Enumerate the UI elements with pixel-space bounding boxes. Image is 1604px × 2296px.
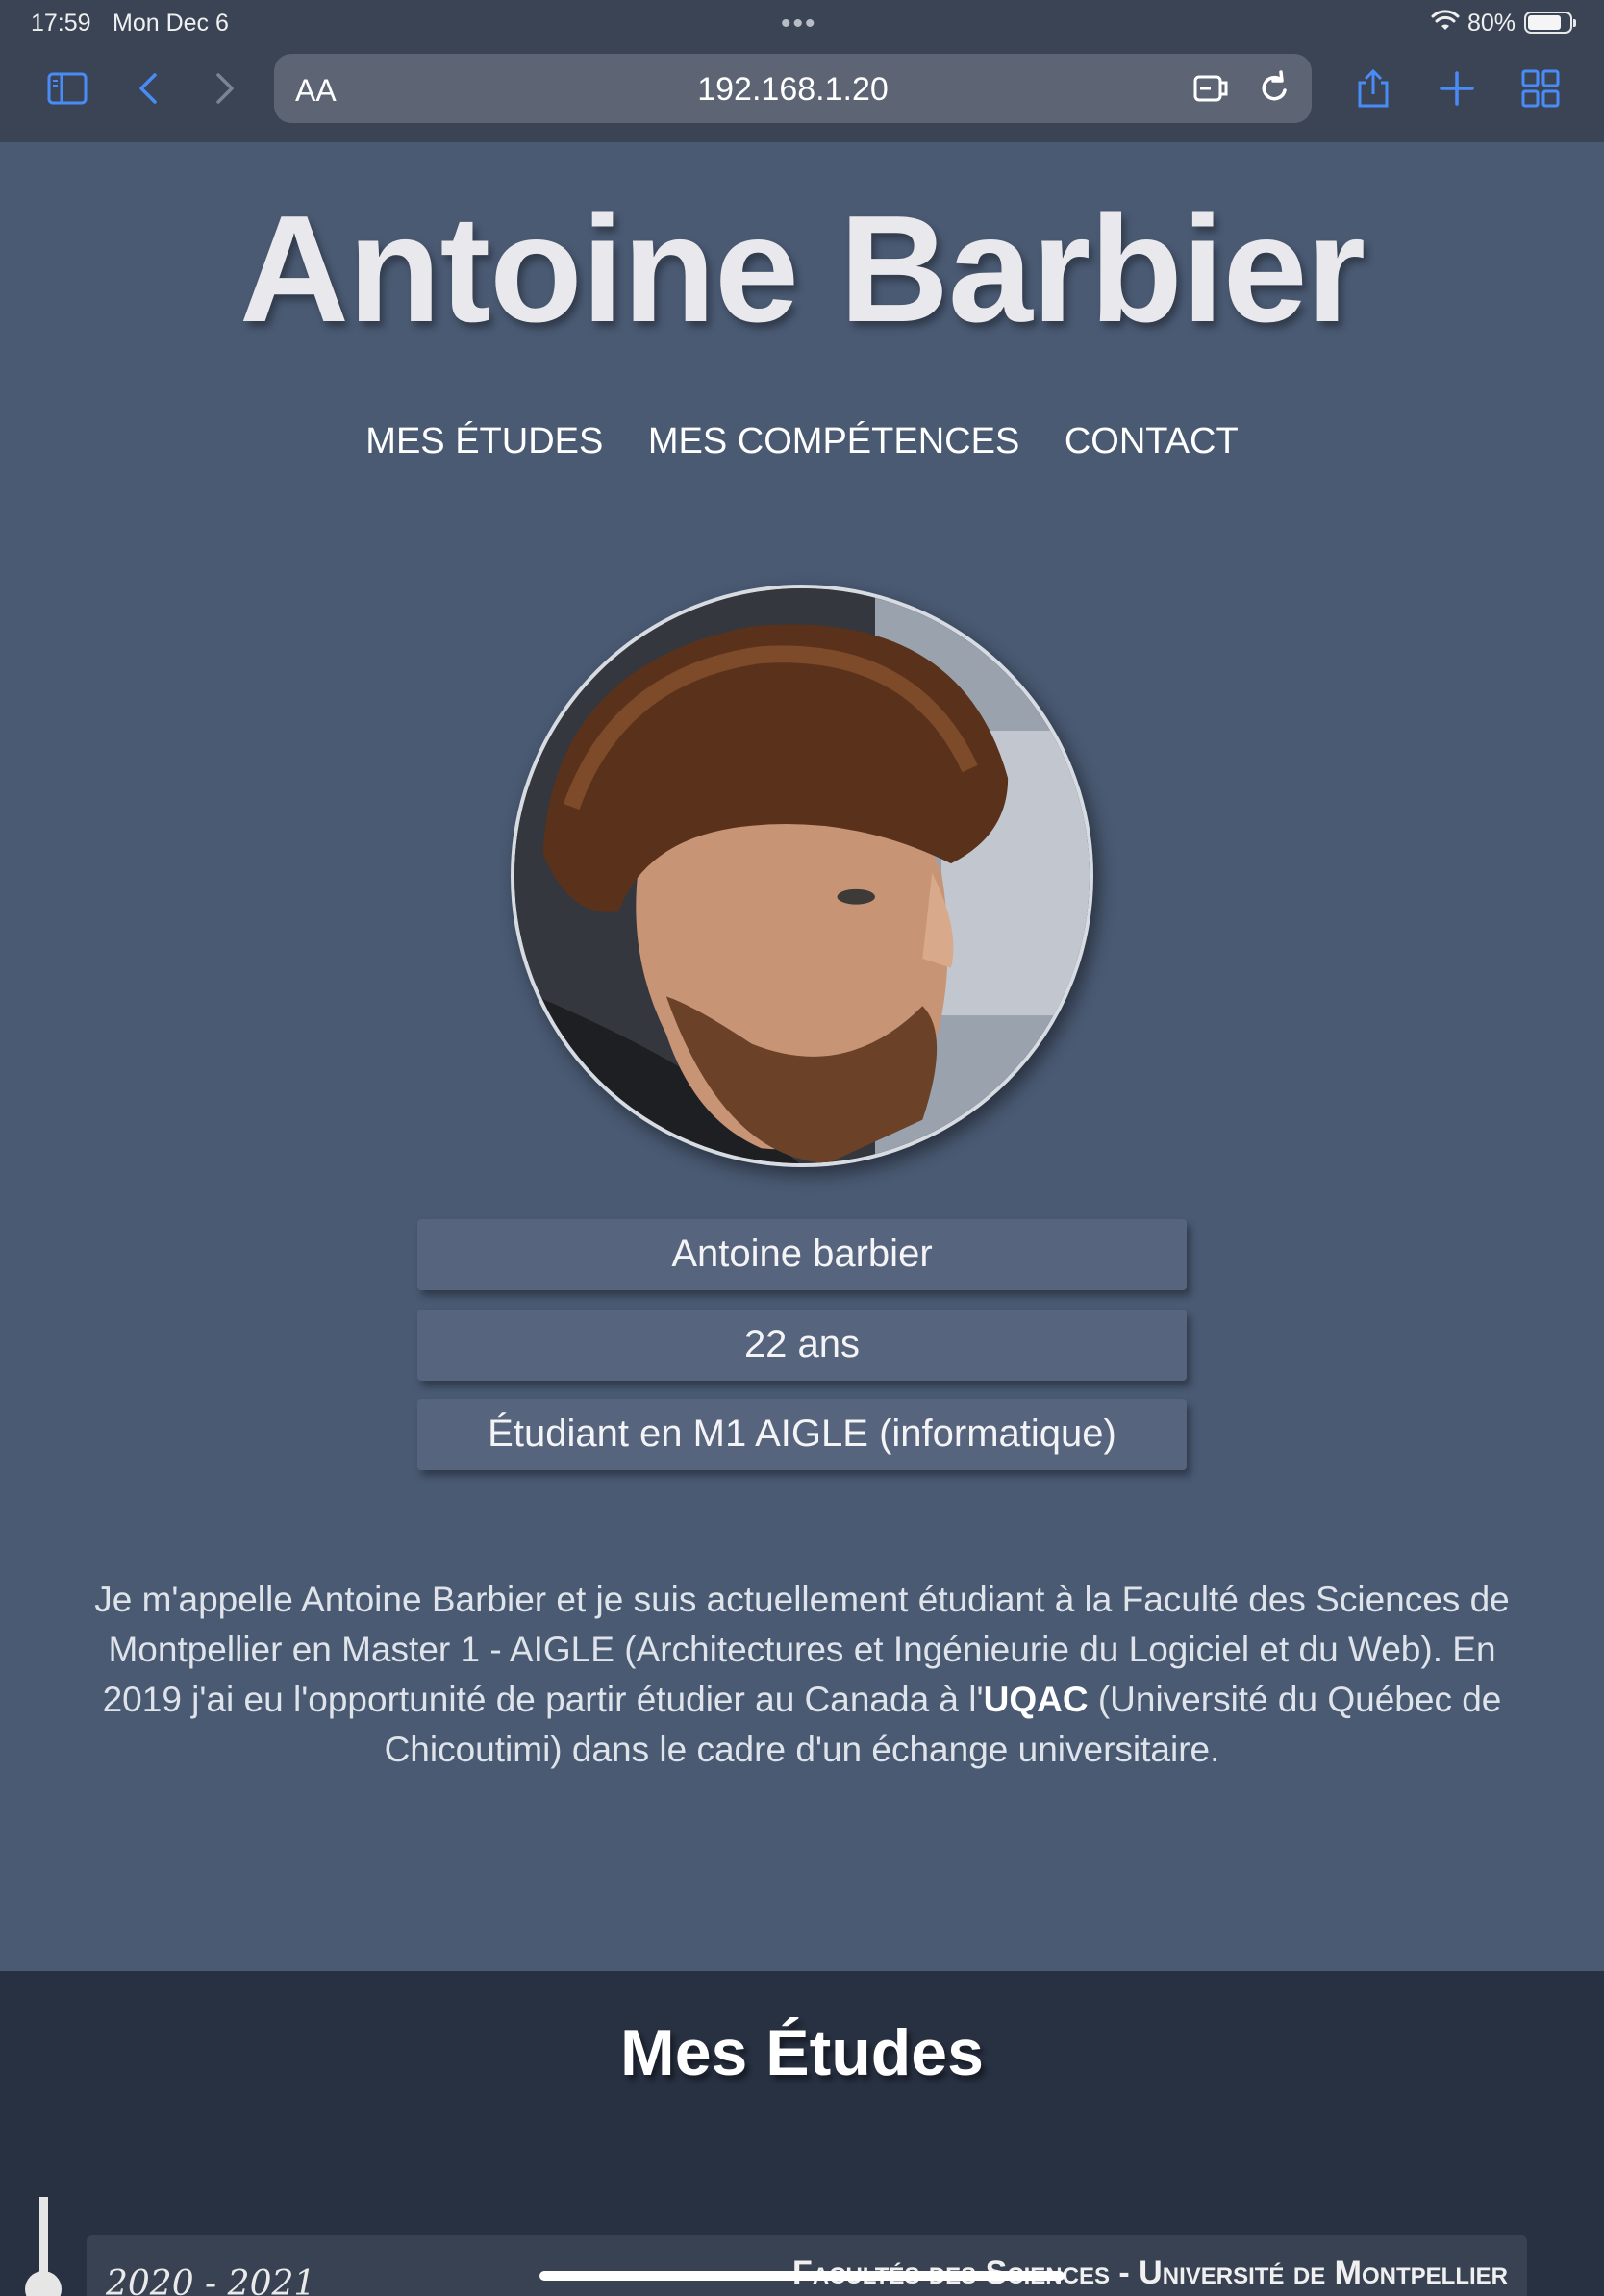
- sidebar-icon[interactable]: [42, 63, 92, 113]
- nav-link-etudes[interactable]: MES ÉTUDES: [365, 421, 603, 462]
- nav-link-competences[interactable]: MES COMPÉTENCES: [648, 421, 1019, 462]
- share-icon[interactable]: [1348, 63, 1398, 113]
- tabs-overview-icon[interactable]: [1516, 63, 1566, 113]
- battery-percent: 80%: [1467, 10, 1516, 37]
- nav-link-contact[interactable]: CONTACT: [1065, 421, 1239, 462]
- browser-chrome: 17:59 Mon Dec 6 ••• 80% AA 192.168.1.20: [0, 0, 1604, 142]
- info-status: Étudiant en M1 AIGLE (informatique): [417, 1399, 1187, 1470]
- status-bar: 17:59 Mon Dec 6 ••• 80%: [0, 0, 1604, 46]
- info-age: 22 ans: [417, 1310, 1187, 1381]
- bio-paragraph: Je m'appelle Antoine Barbier et je suis …: [67, 1575, 1537, 1775]
- battery-fill: [1528, 15, 1561, 30]
- profile-photo-illustration: [514, 588, 1090, 1163]
- wifi-icon: [1431, 10, 1460, 30]
- home-indicator[interactable]: [539, 2271, 1065, 2281]
- study-year: 2020 - 2021: [106, 2264, 316, 2296]
- info-name: Antoine barbier: [417, 1219, 1187, 1290]
- back-icon[interactable]: [125, 63, 175, 113]
- new-tab-icon[interactable]: [1432, 63, 1482, 113]
- studies-title: Mes Études: [620, 2016, 984, 2089]
- battery-icon: [1524, 12, 1576, 34]
- status-time: 17:59: [31, 10, 91, 37]
- reload-icon[interactable]: [1255, 69, 1293, 108]
- timeline-dot: [25, 2271, 62, 2296]
- study-card[interactable]: 2020 - 2021 Facultés des Sciences - Univ…: [87, 2235, 1527, 2296]
- page-title: Antoine Barbier: [238, 185, 1366, 354]
- url-text[interactable]: 192.168.1.20: [274, 71, 1312, 109]
- forward-icon[interactable]: [198, 63, 248, 113]
- hero-section: Antoine Barbier MES ÉTUDES MES COMPÉTENC…: [0, 142, 1604, 1971]
- profile-photo: [511, 585, 1093, 1167]
- address-bar[interactable]: AA 192.168.1.20: [274, 54, 1312, 123]
- main-nav: MES ÉTUDES MES COMPÉTENCES CONTACT: [0, 421, 1604, 462]
- multitasking-dots-icon[interactable]: •••: [781, 8, 817, 40]
- studies-section: Mes Études 2020 - 2021 Facultés des Scie…: [0, 1971, 1604, 2296]
- bio-highlight-uqac: UQAC: [983, 1680, 1089, 1719]
- status-date: Mon Dec 6: [113, 10, 229, 37]
- extension-icon[interactable]: [1191, 69, 1232, 108]
